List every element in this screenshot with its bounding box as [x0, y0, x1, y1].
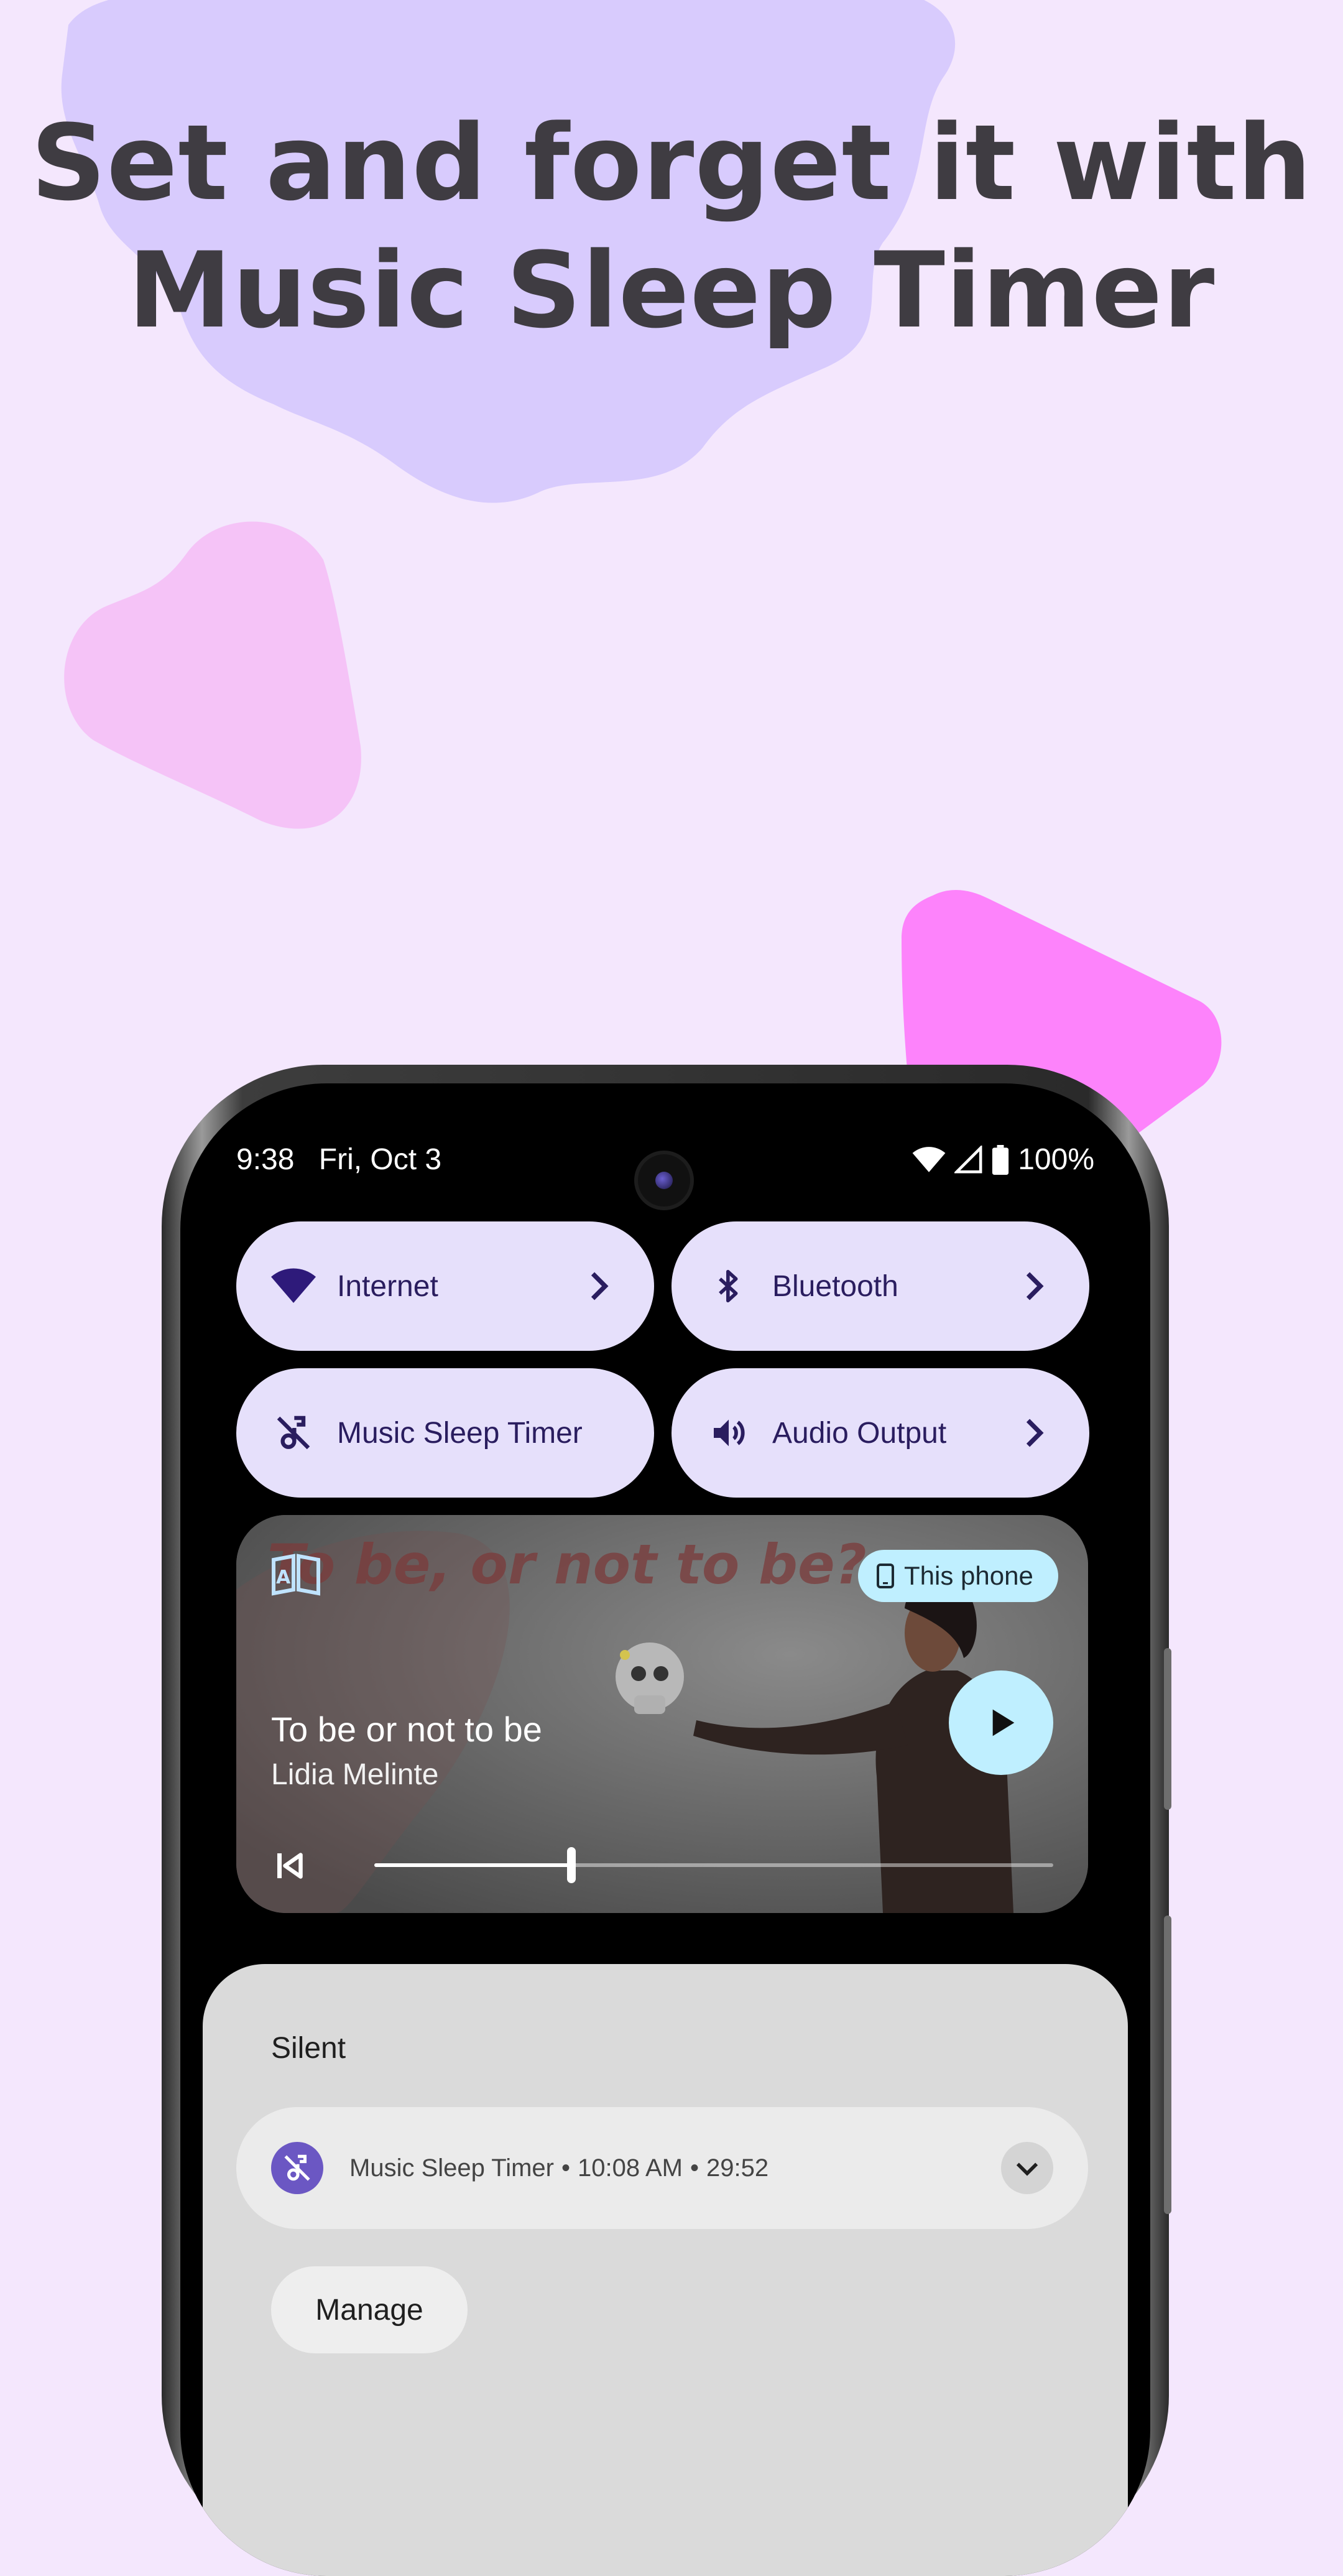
play-icon	[992, 1709, 1015, 1736]
music-off-icon	[271, 1411, 316, 1455]
output-device-chip[interactable]: This phone	[858, 1550, 1058, 1602]
tile-label: Internet	[337, 1269, 438, 1303]
media-progress-bar[interactable]	[374, 1847, 1053, 1883]
chevron-right-icon	[1026, 1419, 1044, 1447]
tile-label: Audio Output	[772, 1416, 947, 1450]
tile-audio-output[interactable]: Audio Output	[672, 1368, 1089, 1498]
status-time: 9:38	[236, 1143, 295, 1176]
play-button[interactable]	[949, 1670, 1053, 1775]
silent-section-label: Silent	[271, 2032, 346, 2065]
media-progress-fill	[374, 1863, 571, 1867]
media-title: To be or not to be	[271, 1710, 542, 1749]
phone-icon	[877, 1564, 894, 1588]
tile-label: Music Sleep Timer	[337, 1416, 583, 1450]
media-progress-thumb[interactable]	[566, 1847, 576, 1883]
notification-time: 10:08 AM	[578, 2154, 683, 2182]
bluetooth-icon	[706, 1264, 751, 1309]
media-artist: Lidia Melinte	[271, 1758, 439, 1791]
chevron-right-icon	[1026, 1272, 1044, 1300]
skip-previous-icon[interactable]	[271, 1847, 308, 1884]
battery-icon	[992, 1144, 1009, 1175]
tile-bluetooth[interactable]: Bluetooth	[672, 1221, 1089, 1351]
phone-power-button	[1164, 1916, 1171, 2214]
tile-internet[interactable]: Internet	[236, 1221, 654, 1351]
wifi-icon	[271, 1264, 316, 1309]
front-camera	[634, 1151, 694, 1210]
chevron-down-icon	[1016, 2162, 1038, 2176]
notification-remaining: 29:52	[706, 2154, 769, 2182]
cell-signal-icon	[954, 1145, 982, 1173]
media-player-card[interactable]: To be, or not to be? A This phone To be …	[236, 1515, 1088, 1913]
notification-text: Music Sleep Timer • 10:08 AM • 29:52	[349, 2154, 769, 2182]
tile-music-sleep-timer[interactable]: Music Sleep Timer	[236, 1368, 654, 1498]
notification-item[interactable]: Music Sleep Timer • 10:08 AM • 29:52	[236, 2107, 1088, 2229]
output-device-label: This phone	[904, 1561, 1033, 1590]
notification-panel: Silent Music Sleep Timer • 10:08 AM • 29:52 …	[203, 1964, 1128, 2576]
battery-percent: 100%	[1018, 1143, 1094, 1176]
notification-app-name: Music Sleep Timer	[349, 2154, 554, 2182]
phone-screen: 9:38 Fri, Oct 3 100% Internet Bluetooth	[180, 1083, 1150, 2576]
chevron-right-icon	[591, 1272, 609, 1300]
expand-notification-button[interactable]	[1001, 2142, 1053, 2194]
headline: Set and forget it with Music Sleep Timer	[0, 100, 1343, 354]
headline-line-1: Set and forget it with	[30, 102, 1313, 224]
manage-button[interactable]: Manage	[271, 2266, 468, 2353]
tile-label: Bluetooth	[772, 1269, 898, 1303]
status-date: Fri, Oct 3	[318, 1143, 442, 1176]
artwork-quote: To be, or not to be?	[267, 1532, 867, 1596]
svg-text:A: A	[276, 1567, 291, 1588]
phone-volume-button	[1164, 1648, 1171, 1810]
music-off-icon	[271, 2142, 323, 2194]
volume-icon	[706, 1411, 751, 1455]
pink-blob	[64, 521, 361, 829]
headline-line-2: Music Sleep Timer	[127, 229, 1216, 351]
wifi-status-icon	[912, 1146, 946, 1172]
